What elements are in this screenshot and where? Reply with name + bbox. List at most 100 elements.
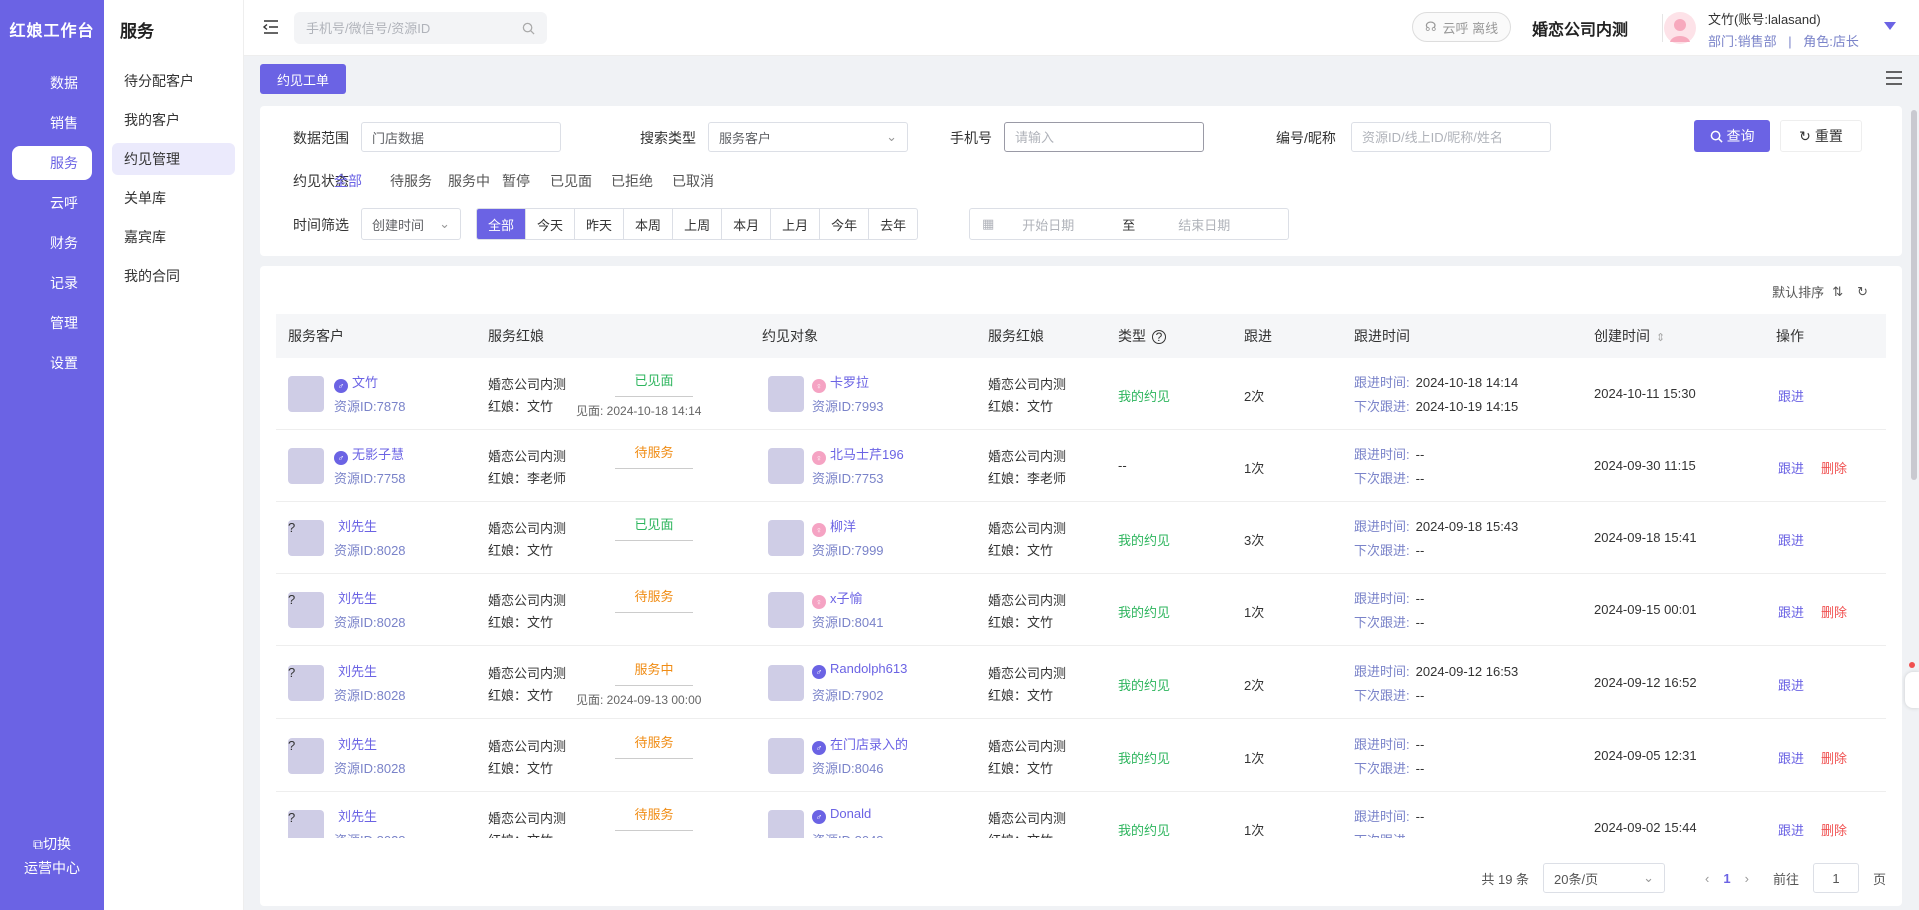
rail-item-7[interactable]: 管理 [12,306,92,340]
customer-name[interactable]: 刘先生 [334,734,377,753]
next-page-icon[interactable]: › [1745,871,1749,886]
rail-item-5[interactable]: 财务 [12,226,92,260]
customer-name[interactable]: 刘先生 [334,516,377,535]
customer-name[interactable]: ♂ 无影子慧 [334,444,404,465]
delete-button[interactable]: 删除 [1821,602,1847,621]
target-avatar[interactable] [768,738,804,774]
status-option[interactable]: 全部 [334,171,362,191]
customer-avatar[interactable] [288,376,324,412]
customer-avatar[interactable]: ? [288,738,324,774]
page-size-select[interactable]: 20条/页 ⌄ [1543,863,1666,893]
follow-button[interactable]: 跟进 [1778,820,1804,838]
customer-name[interactable]: ♂ 文竹 [334,372,378,393]
follow-button[interactable]: 跟进 [1778,675,1804,694]
cloud-call-status[interactable]: ☊ 云呼 离线 [1412,12,1512,42]
time-option[interactable]: 本周 [623,209,672,239]
user-avatar[interactable] [1664,12,1696,44]
customer-avatar[interactable]: ? [288,592,324,628]
id-nickname-input[interactable] [1362,129,1540,145]
reset-button[interactable]: ↻ 重置 [1780,120,1862,152]
target-name[interactable]: ♀ x子愉 [812,588,863,609]
customer-avatar[interactable]: ? [288,810,324,838]
rail-item-4[interactable]: 云呼 [12,186,92,220]
target-name[interactable]: ♂ Randolph613 [812,661,907,679]
sub-menu-item[interactable]: 约见管理 [112,143,235,175]
follow-button[interactable]: 跟进 [1778,530,1804,549]
delete-button[interactable]: 删除 [1821,748,1847,767]
time-option[interactable]: 上周 [672,209,721,239]
target-avatar[interactable] [768,810,804,838]
status-option[interactable]: 已见面 [550,171,592,191]
search-type-select[interactable]: 服务客户 ⌄ [708,122,908,152]
time-option[interactable]: 昨天 [574,209,623,239]
target-avatar[interactable] [768,376,804,412]
goto-page-input[interactable]: 1 [1812,863,1859,893]
status-option[interactable]: 已拒绝 [611,171,653,191]
sort-icon[interactable]: ⇕ [1656,332,1665,344]
time-option[interactable]: 全部 [477,209,526,239]
scrollbar[interactable] [1911,110,1917,480]
target-avatar[interactable] [768,448,804,484]
menu-icon[interactable] [1884,68,1904,88]
sort-icon[interactable]: ⇅ [1832,284,1843,300]
prev-page-icon[interactable]: ‹ [1705,871,1709,886]
target-name[interactable]: ♂ Donald [812,806,871,824]
end-date[interactable]: 结束日期 [1178,215,1230,234]
global-search-input[interactable] [306,20,522,36]
date-range-picker[interactable]: ▦ 开始日期 至 结束日期 [969,208,1289,240]
target-name[interactable]: ♀ 北马士芹196 [812,444,904,465]
tab-meeting-orders[interactable]: 约见工单 [260,64,347,94]
time-option[interactable]: 今年 [819,209,868,239]
time-type-select[interactable]: 创建时间 ⌄ [361,208,461,240]
sub-menu-item[interactable]: 嘉宾库 [112,221,235,253]
customer-name[interactable]: 刘先生 [334,661,377,680]
follow-button[interactable]: 跟进 [1778,748,1804,767]
customer-name[interactable]: 刘先生 [334,806,377,825]
customer-name[interactable]: 刘先生 [334,588,377,607]
switch-ops-center-button[interactable]: ⧉切换 运营中心 [0,832,104,880]
target-avatar[interactable] [768,665,804,701]
delete-button[interactable]: 删除 [1821,820,1847,838]
phone-field[interactable] [1004,122,1204,152]
status-option[interactable]: 服务中 [448,171,490,191]
sub-menu-item[interactable]: 我的客户 [112,104,235,136]
rail-item-2[interactable]: 销售 [12,106,92,140]
caret-down-icon[interactable] [1884,22,1896,30]
delete-button[interactable]: 删除 [1821,458,1847,477]
search-icon[interactable] [522,22,535,35]
phone-input[interactable] [1015,129,1193,145]
status-option[interactable]: 已取消 [672,171,714,191]
global-search[interactable] [294,12,547,44]
status-option[interactable]: 暂停 [502,171,530,191]
sub-menu-item[interactable]: 待分配客户 [112,65,235,97]
time-option[interactable]: 去年 [868,209,917,239]
sub-menu-item[interactable]: 我的合同 [112,260,235,292]
default-sort-label[interactable]: 默认排序 [1772,282,1824,301]
rail-item-1[interactable]: 数据 [12,66,92,100]
time-option[interactable]: 本月 [721,209,770,239]
id-nickname-field[interactable] [1351,122,1551,152]
query-button[interactable]: 查询 [1694,120,1770,152]
customer-avatar[interactable]: ? [288,665,324,701]
follow-button[interactable]: 跟进 [1778,458,1804,477]
page-number[interactable]: 1 [1723,871,1730,886]
target-name[interactable]: ♀ 卡罗拉 [812,372,869,393]
data-scope-select[interactable]: 门店数据 [361,122,561,152]
target-avatar[interactable] [768,520,804,556]
target-name[interactable]: ♂ 在门店录入的 [812,734,908,755]
rail-item-6[interactable]: 记录 [12,266,92,300]
customer-avatar[interactable]: ? [288,520,324,556]
refresh-icon[interactable]: ↻ [1857,284,1868,300]
time-option[interactable]: 上月 [770,209,819,239]
follow-button[interactable]: 跟进 [1778,602,1804,621]
rail-item-8[interactable]: 设置 [12,346,92,380]
time-option[interactable]: 今天 [525,209,574,239]
status-option[interactable]: 待服务 [390,171,432,191]
target-avatar[interactable] [768,592,804,628]
side-drawer-handle[interactable] [1905,672,1919,708]
collapse-menu-icon[interactable] [262,18,280,36]
rail-item-3[interactable]: 服务 [12,146,92,180]
start-date[interactable]: 开始日期 [1022,215,1122,234]
help-icon[interactable]: ? [1152,330,1166,344]
customer-avatar[interactable] [288,448,324,484]
